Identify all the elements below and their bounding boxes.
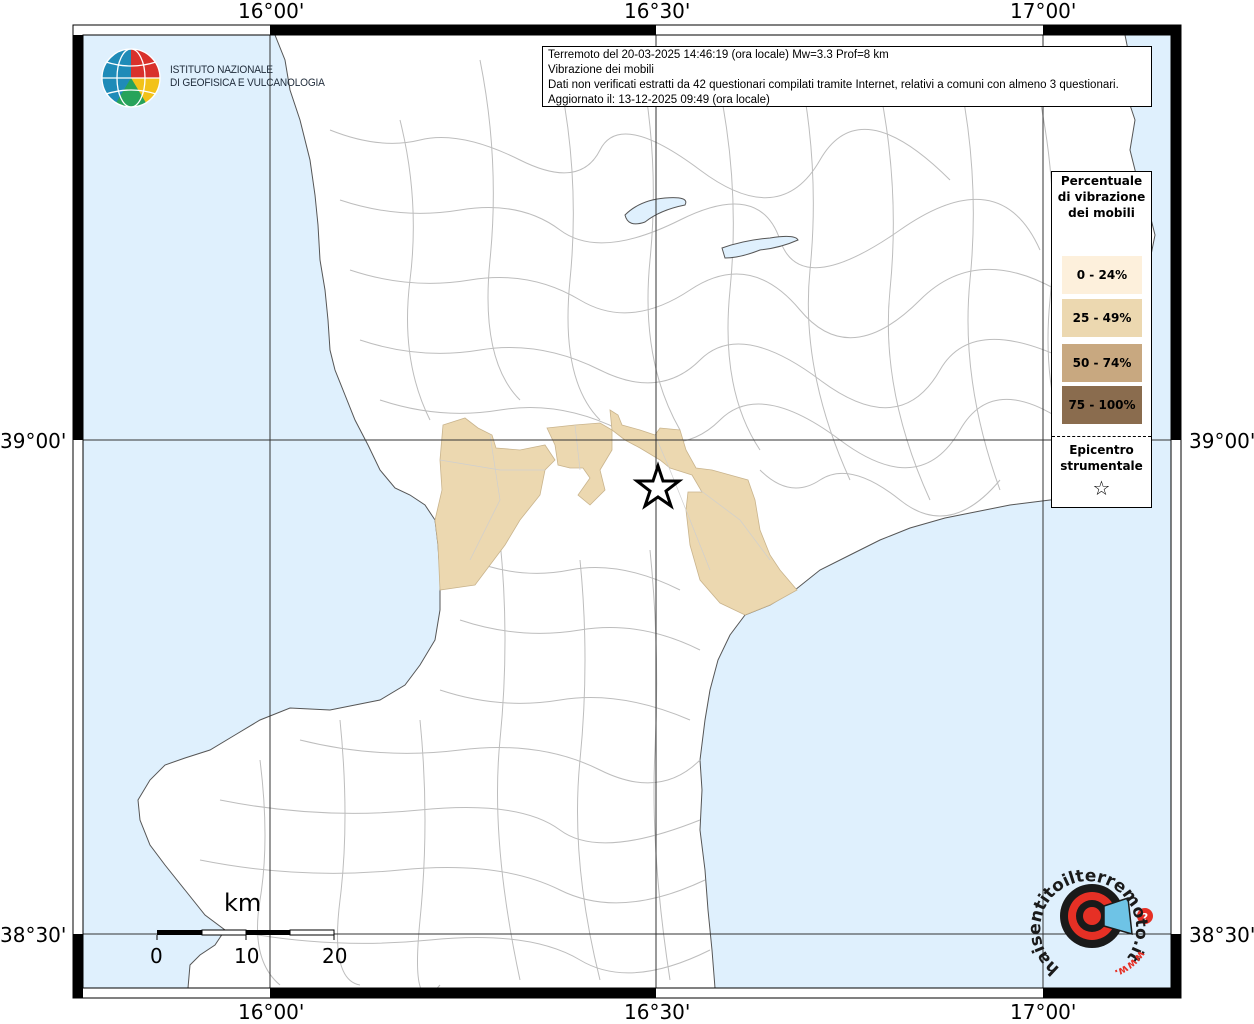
legend: Percentuale di vibrazione dei mobili 0 -…	[1051, 171, 1152, 508]
event-line-3: Dati non verificati estratti da 42 quest…	[548, 79, 1119, 91]
event-line-2: Vibrazione dei mobili	[548, 64, 654, 76]
lon-label-bottom-1: 16°00'	[238, 1000, 305, 1024]
scale-tick-10: 10	[234, 944, 260, 968]
event-info-box: Terremoto del 20-03-2025 14:46:19 (ora l…	[542, 46, 1152, 107]
legend-class-3: 50 - 74%	[1062, 344, 1142, 382]
legend-class-4: 75 - 100%	[1062, 386, 1142, 424]
scale-tick-0: 0	[150, 944, 163, 968]
lon-label-top-3: 17°00'	[1010, 0, 1077, 23]
ingv-globe-icon	[101, 48, 161, 108]
lat-label-left-1: 39°00'	[0, 429, 67, 453]
ingv-logo-text: ISTITUTO NAZIONALE DI GEOFISICA E VULCAN…	[170, 64, 325, 90]
lon-label-top-1: 16°00'	[238, 0, 305, 23]
legend-separator	[1052, 436, 1151, 437]
legend-class-1: 0 - 24%	[1062, 256, 1142, 294]
lat-label-right-1: 39°00'	[1189, 429, 1254, 453]
lon-label-bottom-3: 17°00'	[1010, 1000, 1077, 1024]
ingv-line-2: DI GEOFISICA E VULCANOLOGIA	[170, 77, 325, 89]
lat-label-right-2: 38°30'	[1189, 923, 1254, 947]
scale-tick-20: 20	[322, 944, 348, 968]
intensity-map: ?	[72, 24, 1182, 999]
legend-epicenter-label: Epicentro strumentale	[1060, 443, 1143, 473]
lat-label-left-2: 38°30'	[0, 923, 67, 947]
svg-text:?: ?	[1142, 911, 1148, 924]
event-line-1: Terremoto del 20-03-2025 14:46:19 (ora l…	[548, 49, 889, 61]
legend-title: Percentuale di vibrazione dei mobili	[1057, 174, 1146, 220]
event-line-4: Aggiornato il: 13-12-2025 09:49 (ora loc…	[548, 94, 770, 106]
lon-label-top-2: 16°30'	[624, 0, 691, 23]
legend-star-icon: ☆	[1092, 476, 1111, 500]
legend-class-2: 25 - 49%	[1062, 299, 1142, 337]
ingv-line-1: ISTITUTO NAZIONALE	[170, 64, 273, 76]
lon-label-bottom-2: 16°30'	[624, 1000, 691, 1024]
scale-unit: km	[224, 889, 262, 917]
